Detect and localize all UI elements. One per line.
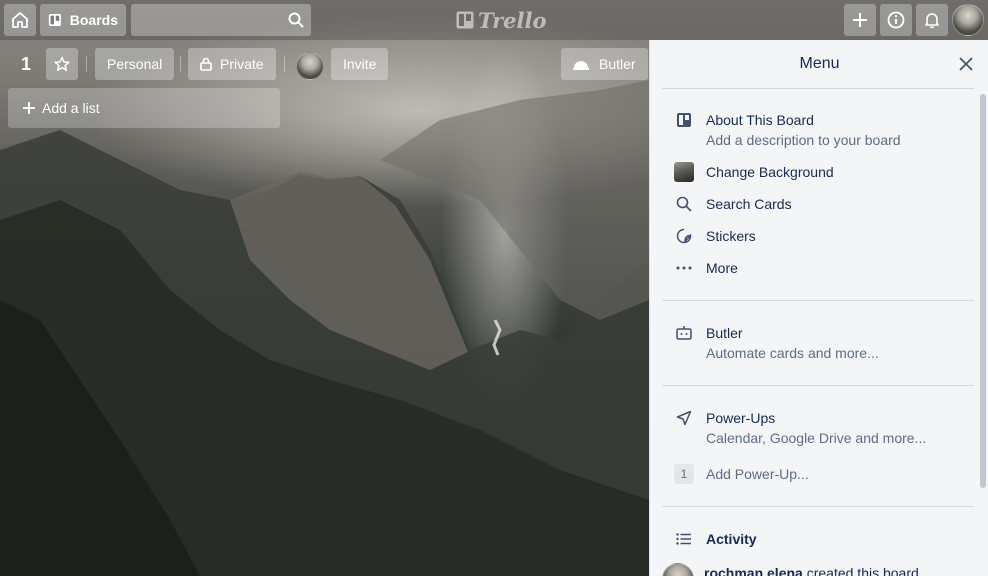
visibility-button[interactable]: Private bbox=[188, 48, 276, 80]
activity-action: created this board bbox=[802, 565, 919, 576]
member-avatar[interactable] bbox=[952, 4, 984, 36]
stickers-item[interactable]: Stickers bbox=[674, 226, 756, 246]
activity-avatar[interactable] bbox=[662, 563, 694, 576]
bell-icon bbox=[925, 13, 939, 29]
header-divider bbox=[86, 56, 87, 72]
visibility-label: Private bbox=[220, 56, 264, 72]
activity-section-header: Activity bbox=[674, 529, 757, 549]
board-icon bbox=[674, 110, 694, 130]
board-menu: Menu About This Board Add a description … bbox=[649, 40, 988, 576]
create-button[interactable] bbox=[844, 4, 876, 36]
search-cards-label: Search Cards bbox=[706, 196, 792, 212]
top-header: Boards Trello bbox=[0, 0, 988, 40]
stickers-label: Stickers bbox=[706, 228, 756, 244]
trello-logo-icon bbox=[456, 11, 474, 29]
butler-label: Butler bbox=[599, 56, 636, 72]
rocket-icon bbox=[674, 408, 694, 428]
butler-item[interactable]: Butler Automate cards and more... bbox=[674, 323, 879, 363]
trello-logo-text: Trello bbox=[478, 7, 547, 33]
about-board-title: About This Board bbox=[706, 112, 814, 128]
menu-divider bbox=[662, 385, 974, 386]
notifications-button[interactable] bbox=[916, 4, 948, 36]
search-input[interactable] bbox=[131, 4, 281, 36]
add-power-up-label: Add Power-Up... bbox=[706, 466, 809, 482]
board-member-avatar[interactable] bbox=[296, 52, 324, 80]
board-name[interactable]: 1 bbox=[12, 48, 40, 80]
change-background-label: Change Background bbox=[706, 164, 834, 180]
power-ups-subtitle: Calendar, Google Drive and more... bbox=[706, 430, 927, 446]
menu-scrollbar[interactable] bbox=[980, 94, 986, 488]
change-background-item[interactable]: Change Background bbox=[674, 162, 834, 182]
activity-entry: rochman elena created this board bbox=[662, 563, 919, 576]
add-list-label: Add a list bbox=[42, 100, 100, 116]
boards-label: Boards bbox=[69, 12, 118, 28]
about-board-item[interactable]: About This Board Add a description to yo… bbox=[674, 110, 901, 150]
butler-icon bbox=[573, 61, 589, 70]
add-list-button[interactable]: Add a list bbox=[8, 88, 280, 128]
butler-title: Butler bbox=[706, 325, 743, 341]
background-thumbnail bbox=[674, 162, 694, 182]
info-button[interactable] bbox=[880, 4, 912, 36]
boards-button[interactable]: Boards bbox=[40, 4, 126, 36]
butler-subtitle: Automate cards and more... bbox=[706, 345, 879, 361]
star-icon bbox=[54, 56, 70, 71]
search-icon[interactable] bbox=[288, 12, 304, 28]
ellipsis-icon bbox=[674, 258, 694, 278]
lock-icon bbox=[200, 57, 212, 71]
home-button[interactable] bbox=[4, 4, 36, 36]
header-divider bbox=[284, 56, 285, 72]
close-icon[interactable] bbox=[958, 56, 974, 72]
activity-icon bbox=[674, 529, 694, 549]
trello-logo[interactable]: Trello bbox=[456, 7, 547, 33]
invite-button[interactable]: Invite bbox=[331, 48, 389, 80]
info-icon bbox=[887, 11, 905, 29]
more-label: More bbox=[706, 260, 738, 276]
power-ups-title: Power-Ups bbox=[706, 410, 776, 426]
star-button[interactable] bbox=[46, 48, 78, 80]
menu-divider bbox=[662, 88, 974, 89]
add-power-up-item[interactable]: 1 Add Power-Up... bbox=[674, 464, 809, 484]
menu-title: Menu bbox=[799, 55, 840, 72]
search-icon bbox=[674, 194, 694, 214]
search-box[interactable] bbox=[131, 4, 311, 36]
robot-icon bbox=[674, 323, 694, 343]
menu-divider bbox=[662, 506, 974, 507]
sticker-icon bbox=[674, 226, 694, 246]
butler-button[interactable]: Butler bbox=[561, 48, 648, 80]
search-cards-item[interactable]: Search Cards bbox=[674, 194, 792, 214]
team-button[interactable]: Personal bbox=[95, 48, 175, 80]
power-ups-item[interactable]: Power-Ups Calendar, Google Drive and mor… bbox=[674, 408, 926, 448]
activity-user[interactable]: rochman elena bbox=[704, 565, 803, 576]
power-up-count-badge: 1 bbox=[674, 464, 694, 484]
more-item[interactable]: More bbox=[674, 258, 738, 278]
home-icon bbox=[12, 12, 28, 28]
plus-icon bbox=[23, 102, 35, 114]
plus-icon bbox=[853, 13, 867, 27]
about-board-subtitle: Add a description to your board bbox=[706, 132, 901, 148]
boards-icon bbox=[48, 13, 61, 27]
activity-title: Activity bbox=[706, 531, 757, 547]
menu-divider bbox=[662, 300, 974, 301]
board-header: 1 Personal Private Invite Butler bbox=[0, 40, 650, 88]
header-divider bbox=[180, 56, 181, 72]
